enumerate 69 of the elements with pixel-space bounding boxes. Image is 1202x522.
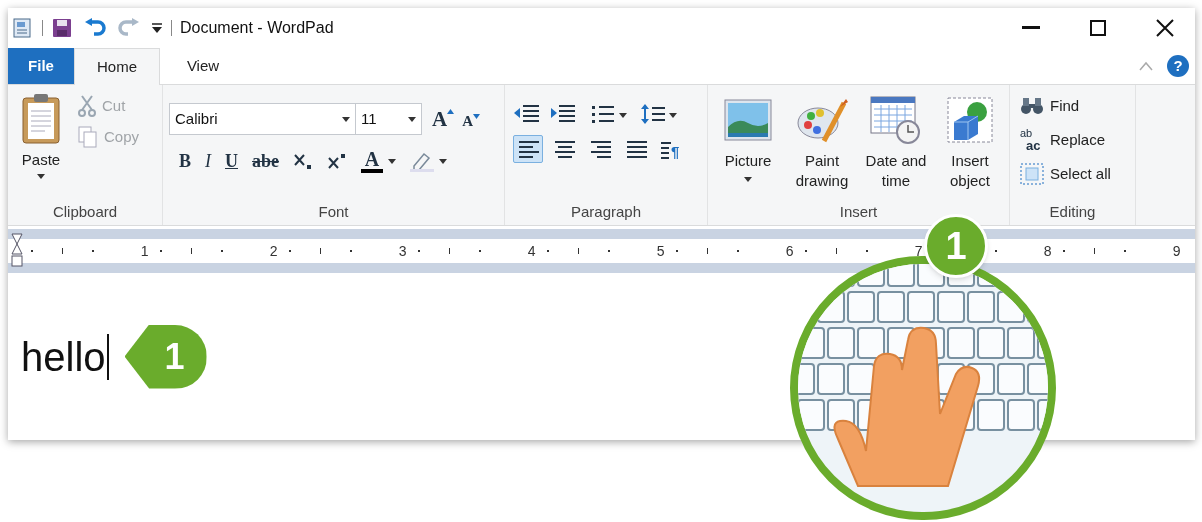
increase-indent-icon[interactable] xyxy=(549,103,577,125)
paragraph-settings-button[interactable]: ¶ xyxy=(661,139,680,159)
clipboard-icon xyxy=(21,93,61,145)
window-title: Document - WordPad xyxy=(180,18,334,38)
ruler-number: 5 xyxy=(656,244,665,258)
ruler-number: 9 xyxy=(1172,244,1181,258)
line-spacing-icon[interactable] xyxy=(641,103,677,125)
group-label: Paragraph xyxy=(570,201,642,222)
ruler-number: 4 xyxy=(527,244,536,258)
copy-icon xyxy=(78,125,98,148)
close-icon[interactable] xyxy=(1156,19,1174,37)
landscape-picture-icon xyxy=(724,99,772,141)
align-left-button[interactable] xyxy=(513,135,543,163)
group-label: Insert xyxy=(839,201,878,222)
help-button[interactable]: ? xyxy=(1167,55,1189,77)
minimize-icon[interactable] xyxy=(1022,26,1040,30)
bold-button[interactable]: B xyxy=(179,152,191,170)
binoculars-icon xyxy=(1020,96,1044,116)
ribbon-tab[interactable]: File xyxy=(8,48,74,84)
superscript-icon[interactable] xyxy=(327,151,347,171)
caret-icon xyxy=(408,116,416,122)
ruler-number: 8 xyxy=(1043,244,1052,258)
ruler-number: 3 xyxy=(398,244,407,258)
step-number-callout: 1 xyxy=(124,324,207,389)
ribbon-tab[interactable]: View xyxy=(160,48,246,84)
scissors-icon xyxy=(78,95,96,118)
select-all-icon xyxy=(1020,163,1044,185)
decrease-indent-icon[interactable] xyxy=(513,103,541,125)
ruler-number: 1 xyxy=(140,244,149,258)
ribbon-tab[interactable]: Home xyxy=(74,48,160,85)
italic-button[interactable]: I xyxy=(205,152,211,170)
down-arrow-icon xyxy=(473,113,480,119)
caret-icon xyxy=(37,173,45,179)
selectall-button[interactable]: Select all xyxy=(1020,161,1111,187)
group-label: Clipboard xyxy=(52,201,118,222)
insert-object-icon xyxy=(946,96,994,144)
group-label: Font xyxy=(318,201,349,222)
ruler-number: 6 xyxy=(785,244,794,258)
paint-button[interactable]: Paint drawing xyxy=(788,95,856,191)
maximize-icon[interactable] xyxy=(1090,20,1106,36)
caret-icon xyxy=(342,116,350,122)
document-text: hello xyxy=(21,336,106,377)
text-color-button[interactable]: A xyxy=(361,149,396,173)
datetime-button[interactable]: Date and time xyxy=(862,95,930,191)
save-icon[interactable] xyxy=(51,17,73,39)
up-arrow-icon xyxy=(447,108,455,114)
strikethrough-button[interactable]: abe xyxy=(252,152,279,170)
font-size-dropdown[interactable]: 11 xyxy=(356,103,422,135)
calendar-clock-icon xyxy=(870,96,922,144)
app-icon[interactable] xyxy=(12,17,34,39)
undo-icon[interactable] xyxy=(83,17,107,39)
ruler-number: 7 xyxy=(914,244,923,258)
bullet-list-icon[interactable] xyxy=(591,103,627,125)
indent-marker-icon[interactable] xyxy=(11,233,23,269)
picture-button[interactable]: Picture xyxy=(714,95,782,182)
grow-font-button[interactable]: A xyxy=(432,108,455,130)
text-cursor xyxy=(106,333,109,380)
shrink-font-button[interactable]: A xyxy=(462,109,480,129)
find-button[interactable]: Find xyxy=(1020,93,1111,119)
caret-icon xyxy=(388,158,396,164)
group-label: Editing xyxy=(1049,201,1096,222)
paste-button[interactable]: Paste xyxy=(12,85,70,199)
underline-button[interactable]: U xyxy=(225,152,238,170)
lines-icon xyxy=(661,139,671,159)
font-name-dropdown[interactable]: Calibri xyxy=(169,103,356,135)
object-button[interactable]: Insert object xyxy=(936,95,1004,191)
ruler-number: 2 xyxy=(269,244,278,258)
paint-palette-icon xyxy=(796,97,848,143)
customize-dropdown-icon[interactable] xyxy=(151,22,163,34)
